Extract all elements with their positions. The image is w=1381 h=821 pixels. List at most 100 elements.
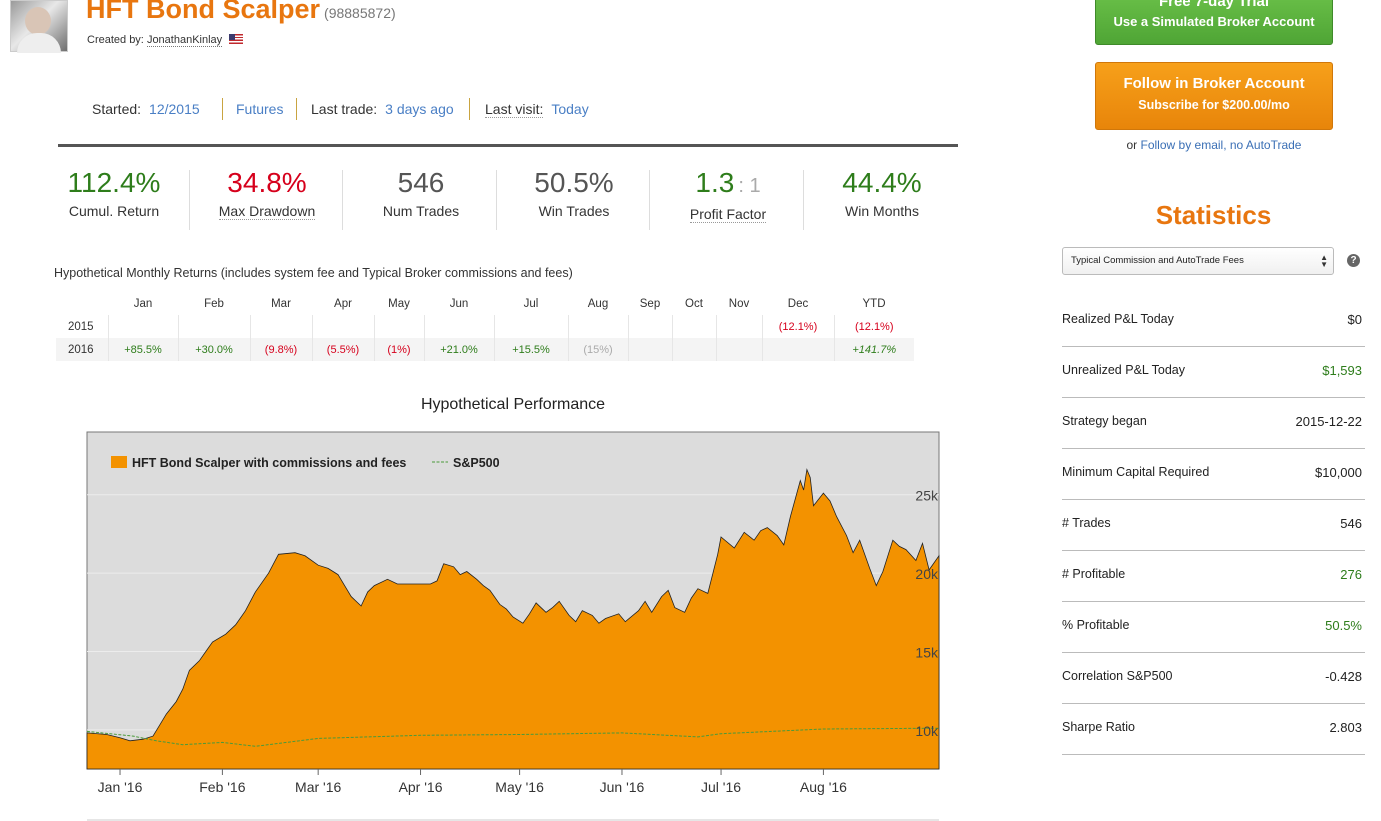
x-tick-label: Feb '16	[199, 779, 245, 795]
stat-label: Unrealized P&L Today	[1062, 363, 1185, 377]
return-cell	[373, 315, 424, 338]
kpi-label[interactable]: Max Drawdown	[218, 203, 316, 220]
last-visit-value[interactable]: Today	[551, 101, 588, 117]
stat-value: 276	[1340, 567, 1362, 582]
x-tick-label: Jul '16	[701, 779, 741, 795]
meta-sep-3	[469, 98, 470, 120]
return-cell: (1%)	[373, 338, 424, 361]
stat-label: # Profitable	[1062, 567, 1126, 581]
meta-started: Started: 12/2015	[92, 98, 200, 120]
chart-title: Hypothetical Performance	[420, 396, 606, 413]
header-month: Jun	[449, 297, 469, 310]
x-tick-label: May '16	[495, 779, 544, 795]
select-value: Typical Commission and AutoTrade Fees	[1071, 255, 1244, 266]
stat-row: % Profitable 50.5%	[1062, 602, 1365, 653]
return-cell: +85.5%	[107, 338, 178, 361]
help-icon[interactable]: ?	[1347, 254, 1360, 267]
market-value[interactable]: Futures	[236, 101, 283, 117]
y-tick-label: 25k	[915, 488, 939, 504]
kpi-label[interactable]: Profit Factor	[689, 206, 767, 223]
header-month: Jan	[133, 297, 153, 310]
free-trial-button[interactable]: Free 7-day Trial Use a Simulated Broker …	[1095, 0, 1333, 45]
avatar-face	[25, 7, 51, 35]
follow-line-2: Subscribe for $200.00/mo	[1138, 98, 1290, 112]
started-label: Started:	[92, 101, 142, 117]
legend-label-strategy[interactable]: HFT Bond Scalper with commissions and fe…	[132, 456, 406, 470]
stat-label: Sharpe Ratio	[1062, 720, 1135, 734]
kpi-divider	[803, 170, 804, 230]
header-month: Jul	[523, 297, 539, 310]
header-year	[56, 292, 108, 315]
follow-email-link[interactable]: Follow by email, no AutoTrade	[1141, 138, 1302, 152]
fee-mode-select[interactable]: Typical Commission and AutoTrade Fees ▲ ▼	[1062, 247, 1334, 275]
stat-row: Strategy began 2015-12-22	[1062, 398, 1365, 449]
last-trade-value[interactable]: 3 days ago	[385, 101, 454, 117]
creator-link[interactable]: JonathanKinlay	[146, 34, 223, 47]
x-tick-label: Apr '16	[399, 779, 443, 795]
meta-last-trade: Last trade: 3 days ago	[311, 98, 454, 120]
kpi-win-trades: 50.5% Win Trades	[497, 166, 651, 219]
stat-row: Realized P&L Today $0	[1062, 296, 1365, 347]
stat-row: # Profitable 276	[1062, 551, 1365, 602]
header-month: Oct	[685, 297, 703, 310]
trial-line-1: Free 7-day Trial	[1158, 0, 1270, 10]
follow-line-1: Follow in Broker Account	[1123, 75, 1305, 92]
y-tick-label: 10k	[915, 723, 939, 739]
last-visit-label: Last visit:	[485, 100, 544, 118]
return-cell	[627, 338, 672, 361]
header-month: Sep	[639, 297, 661, 310]
kpi-label: Win Trades	[538, 203, 610, 219]
kpi-value: 546	[397, 167, 445, 198]
stat-value: 546	[1340, 516, 1362, 531]
stat-label: Realized P&L Today	[1062, 312, 1174, 326]
kpi-profit-factor: 1.3: 1 Profit Factor	[651, 166, 805, 223]
stat-row: Unrealized P&L Today $1,593	[1062, 347, 1365, 398]
meta-sep-1	[222, 98, 223, 120]
system-title: HFT Bond Scalper (98885872)	[86, 0, 396, 25]
x-tick-label: Jun '16	[600, 779, 645, 795]
header-month: May	[388, 297, 410, 310]
kpi-value: 50.5%	[534, 167, 614, 198]
system-id: (98885872)	[324, 5, 396, 21]
legend-label-sp500[interactable]: S&P500	[453, 456, 500, 470]
kpi-value: 34.8%	[227, 167, 307, 198]
follow-broker-button[interactable]: Follow in Broker Account Subscribe for $…	[1095, 62, 1333, 130]
kpi-value-suffix: : 1	[738, 175, 761, 197]
y-tick-label: 15k	[915, 644, 939, 660]
statistics-title: Statistics	[1155, 200, 1272, 230]
stat-label: # Trades	[1062, 516, 1111, 530]
stat-value: 2015-12-22	[1295, 414, 1363, 429]
or-text: or	[1126, 138, 1138, 152]
table-header-row: Jan Feb Mar Apr May Jun Jul Aug Sep Oct …	[56, 292, 914, 315]
ytd-cell: +141.7%	[833, 338, 914, 361]
header-ytd: YTD	[862, 297, 886, 310]
performance-chart[interactable]: 10k 15k 20k 25k Jan '16 Feb '16 Mar '16 Apr '1…	[0, 420, 960, 821]
stat-label: % Profitable	[1062, 618, 1130, 632]
return-cell	[311, 315, 374, 338]
y-tick-label: 20k	[915, 566, 939, 582]
kpi-max-drawdown: 34.8% Max Drawdown	[190, 166, 344, 220]
return-cell: (15%)	[567, 338, 628, 361]
stat-row: Minimum Capital Required $10,000	[1062, 449, 1365, 500]
return-cell: +15.5%	[493, 338, 568, 361]
kpi-win-months: 44.4% Win Months	[805, 166, 959, 219]
header-month: Apr	[334, 297, 352, 310]
return-cell	[177, 315, 250, 338]
return-cell: +30.0%	[177, 338, 250, 361]
select-caret-icon: ▲ ▼	[1320, 253, 1328, 269]
return-cell	[107, 315, 178, 338]
stat-label: Minimum Capital Required	[1062, 465, 1210, 479]
started-value[interactable]: 12/2015	[149, 101, 200, 117]
monthly-returns-table: Jan Feb Mar Apr May Jun Jul Aug Sep Oct …	[56, 292, 914, 361]
header-month: Dec	[787, 297, 809, 310]
return-cell	[249, 315, 312, 338]
return-cell	[715, 315, 762, 338]
kpi-label: Num Trades	[382, 203, 460, 219]
stat-value: 2.803	[1329, 720, 1362, 735]
stat-value: $1,593	[1322, 363, 1362, 378]
row-year: 2015	[68, 320, 94, 333]
kpi-num-trades: 546 Num Trades	[344, 166, 498, 219]
author-avatar[interactable]	[10, 0, 68, 53]
x-tick-label: Jan '16	[98, 779, 143, 795]
stat-row: Correlation S&P500 -0.428	[1062, 653, 1365, 704]
